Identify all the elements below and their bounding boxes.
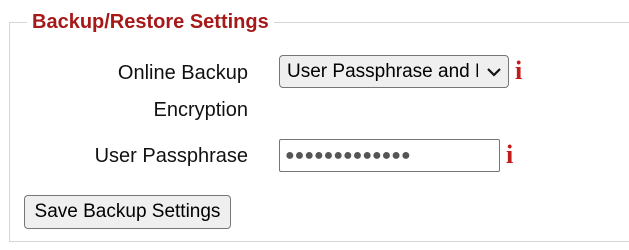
encryption-label-line1: Online Backup	[117, 62, 248, 84]
save-backup-settings-button[interactable]: Save Backup Settings	[24, 195, 231, 229]
passphrase-label: User Passphrase	[94, 145, 248, 167]
passphrase-input[interactable]: ●●●●●●●●●●●●●	[279, 139, 500, 172]
encryption-info-icon[interactable]: i	[515, 58, 522, 84]
encryption-select[interactable]: User Passphrase and Enterprise	[279, 55, 509, 88]
passphrase-info-icon[interactable]: i	[506, 142, 513, 168]
chevron-down-icon	[487, 68, 501, 77]
encryption-label-line2: Encryption	[153, 99, 249, 121]
encryption-label: Online Backup Encryption	[48, 57, 248, 127]
section-legend: Backup/Restore Settings	[27, 8, 274, 36]
encryption-select-value: User Passphrase and Enterprise	[287, 61, 478, 82]
